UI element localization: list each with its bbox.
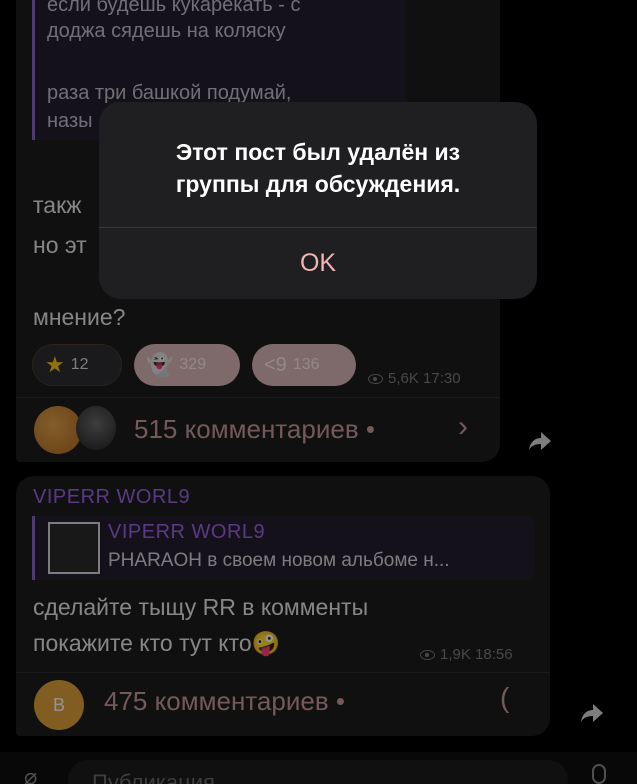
alert-dialog: Этот пост был удалён из группы для обсуж… [99,102,537,299]
alert-message-line: Этот пост был удалён из [175,139,461,165]
ok-button[interactable]: OK [99,228,537,299]
alert-message: Этот пост был удалён из группы для обсуж… [99,136,537,200]
alert-message-line: группы для обсуждения. [175,171,461,197]
